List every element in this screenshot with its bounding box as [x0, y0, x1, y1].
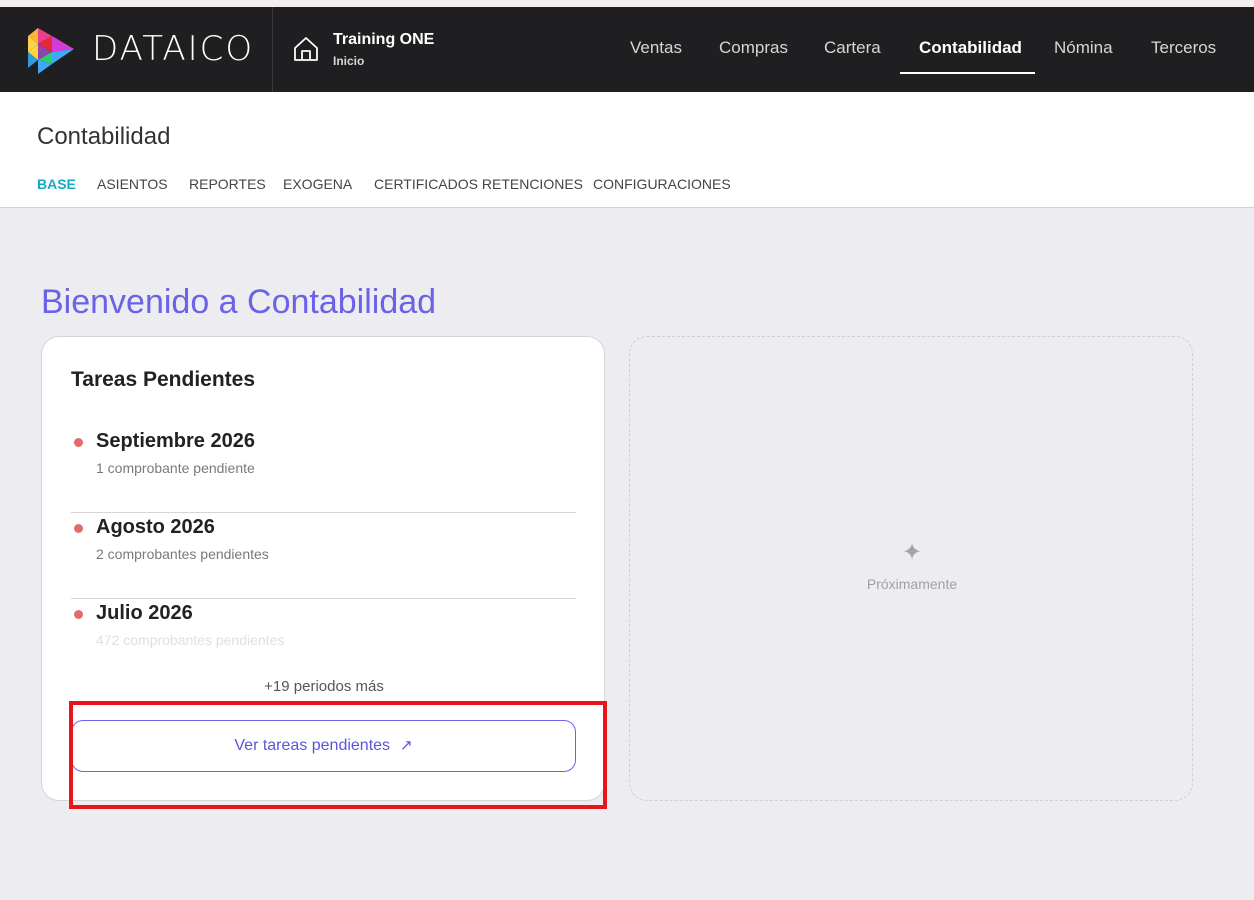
more-periods-text: +19 periodos más [264, 678, 384, 695]
period-count: 2 comprobantes pendientes [96, 546, 269, 562]
period-count: 472 comprobantes pendientes [96, 632, 285, 648]
pending-dot-icon [74, 524, 83, 533]
top-strip [0, 0, 1254, 7]
nav-ventas[interactable]: Ventas [630, 37, 682, 59]
tab-certificados-retenciones[interactable]: CERTIFICADOS RETENCIONES [374, 175, 583, 193]
nav-contabilidad[interactable]: Contabilidad [919, 37, 1022, 59]
tab-configuraciones[interactable]: CONFIGURACIONES [593, 175, 731, 193]
top-bar: DATAICO Training ONE Inicio Ventas Compr… [0, 7, 1254, 92]
pending-period-item[interactable]: Septiembre 2026 1 comprobante pendiente [71, 427, 576, 513]
page-title: Contabilidad [37, 123, 171, 150]
coming-soon-text: Próximamente [866, 576, 958, 592]
tab-base[interactable]: BASE [37, 175, 76, 193]
section-header: Contabilidad BASE ASIENTOS REPORTES EXOG… [0, 92, 1254, 208]
period-name: Agosto 2026 [96, 516, 215, 538]
highlight-box [69, 701, 607, 809]
nav-nomina[interactable]: Nómina [1054, 37, 1113, 59]
nav-compras[interactable]: Compras [719, 37, 788, 59]
card-title: Tareas Pendientes [71, 368, 256, 391]
nav-cartera[interactable]: Cartera [824, 37, 881, 59]
pending-period-item[interactable]: Agosto 2026 2 comprobantes pendientes [71, 513, 576, 599]
coming-soon-card: ✦ Próximamente [629, 336, 1193, 801]
period-name: Julio 2026 [96, 602, 193, 624]
main-nav: Ventas Compras Cartera Contabilidad Nómi… [0, 7, 1254, 92]
tab-asientos[interactable]: ASIENTOS [97, 175, 168, 193]
sparkle-icon: ✦ [901, 539, 923, 566]
pending-dot-icon [74, 438, 83, 447]
tab-exogena[interactable]: EXOGENA [283, 175, 352, 193]
pending-dot-icon [74, 610, 83, 619]
period-count: 1 comprobante pendiente [96, 460, 255, 476]
active-nav-indicator [900, 72, 1035, 74]
pending-period-item[interactable]: Julio 2026 472 comprobantes pendientes [71, 599, 576, 685]
welcome-heading: Bienvenido a Contabilidad [41, 283, 437, 321]
tab-reportes[interactable]: REPORTES [189, 175, 266, 193]
nav-terceros[interactable]: Terceros [1151, 37, 1216, 59]
period-name: Septiembre 2026 [96, 430, 255, 452]
